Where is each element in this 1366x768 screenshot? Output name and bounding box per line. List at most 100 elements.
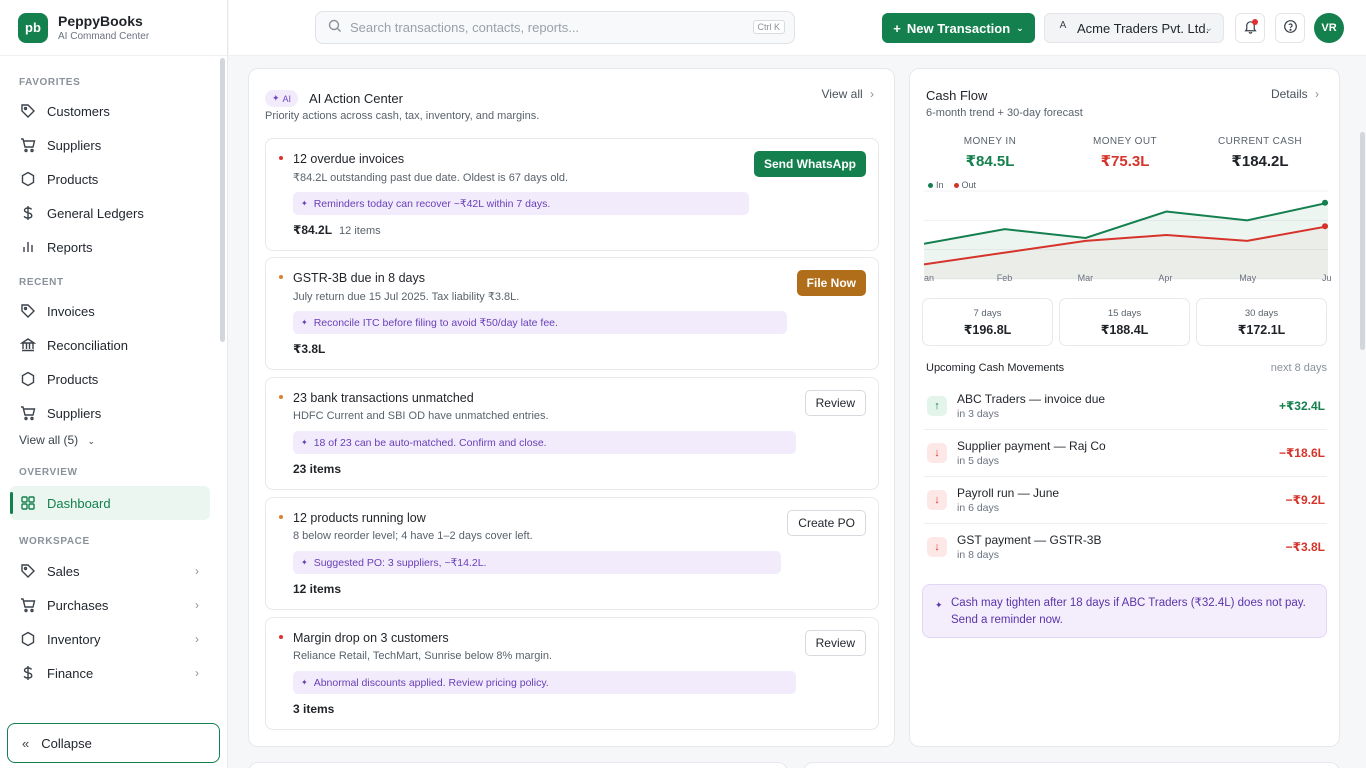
tag-icon [19, 302, 37, 320]
review-button[interactable]: Review [804, 630, 866, 656]
action-item-title: 23 bank transactions unmatched [293, 391, 474, 405]
alert-text: Cash may tighten after 18 days if ABC Tr… [951, 597, 1306, 626]
sparkle-icon: ✦ [301, 558, 308, 567]
movement-title: Payroll run — June [957, 486, 1060, 500]
sidebar-item-label: Purchases [47, 597, 109, 613]
sidebar-item-label: Reconciliation [47, 337, 128, 353]
sidebar-item-inventory[interactable]: Inventory › [0, 622, 227, 656]
sidebar-item-purchases[interactable]: Purchases › [0, 588, 227, 622]
movement-title: GST payment — GSTR-3B [957, 533, 1102, 547]
help-button[interactable] [1275, 13, 1305, 43]
movement-row[interactable]: ↓ Supplier payment — Raj Co in 5 days −₹… [924, 431, 1327, 477]
priority-dot [279, 395, 283, 399]
movement-row[interactable]: ↑ ABC Traders — invoice due in 3 days +₹… [924, 384, 1327, 430]
forecast-value: ₹196.8L [963, 323, 1012, 337]
search-input[interactable] [350, 20, 730, 35]
ai-suggestion: ✦ 18 of 23 can be auto-matched. Confirm a… [293, 431, 796, 454]
sidebar-item-finance[interactable]: Finance › [0, 656, 227, 690]
company-initial: A [1059, 20, 1067, 31]
hexagon-icon [19, 630, 37, 648]
forecast-value: ₹188.4L [1100, 323, 1149, 337]
forecast-label: 30 days [1244, 308, 1279, 319]
search-bar[interactable]: Ctrl K [315, 11, 795, 44]
sidebar-item-customers[interactable]: Customers [0, 94, 227, 128]
metric-label: MONEY OUT [1093, 136, 1157, 147]
forecast-7-days: 7 days ₹196.8L [922, 298, 1053, 346]
metric-value: ₹184.2L [1231, 153, 1289, 170]
send-whatsapp-button[interactable]: Send WhatsApp [754, 151, 866, 177]
sidebar-item-label: Suppliers [47, 405, 102, 421]
sidebar-item-reconciliation[interactable]: Reconciliation [0, 328, 227, 362]
x-tick-label: Mar [1077, 273, 1094, 283]
create-po-button[interactable]: Create PO [787, 510, 866, 536]
dollar-icon [19, 204, 37, 222]
sidebar-item-products-recent[interactable]: Products [0, 362, 227, 396]
priority-dot [279, 515, 283, 519]
cash-alert-banner: ✦ Cash may tighten after 18 days if ABC … [922, 584, 1327, 638]
ai-suggestion: ✦ Reconcile ITC before filing to avoid ₹5… [293, 311, 787, 334]
action-item-footer: ₹3.8L [293, 342, 326, 356]
sidebar-item-suppliers-recent[interactable]: Suppliers [0, 396, 227, 430]
view-all-recent-link[interactable]: View all (5) ⌄ [0, 430, 227, 450]
action-item-title: Margin drop on 3 customers [293, 631, 449, 645]
bottom-card-left [248, 762, 788, 768]
section-overview-title: OVERVIEW [19, 467, 78, 478]
x-tick-label: Apr [1158, 273, 1173, 283]
new-transaction-button[interactable]: + New Transaction ⌄ [882, 13, 1035, 43]
sidebar-item-sales[interactable]: Sales › [0, 554, 227, 588]
series-end-point-in[interactable] [1322, 199, 1328, 206]
priority-dot [279, 635, 283, 639]
movement-amount: −₹9.2L [1285, 493, 1325, 507]
company-selector[interactable]: A Acme Traders Pvt. Ltd. ⌄ [1044, 13, 1224, 43]
brand-subtitle: AI Command Center [58, 30, 150, 42]
metric-money-in: MONEY IN ₹84.5L [925, 136, 1055, 170]
main-scrollbar[interactable] [1360, 132, 1365, 350]
notifications-button[interactable] [1235, 13, 1265, 43]
tag-icon [19, 102, 37, 120]
movement-row[interactable]: ↓ Payroll run — June in 6 days −₹9.2L [924, 478, 1327, 524]
metric-label: CURRENT CASH [1217, 136, 1303, 147]
section-favorites-title: FAVORITES [19, 77, 81, 88]
sidebar-item-products[interactable]: Products [0, 162, 227, 196]
chevron-right-icon: › [195, 564, 199, 578]
top-header: Ctrl K + New Transaction ⌄ A Acme Trader… [229, 0, 1366, 56]
review-button[interactable]: Review [804, 390, 866, 416]
action-item-overdue-invoices: 12 overdue invoices ₹84.2L outstanding p… [265, 138, 879, 251]
chevron-right-icon: › [195, 632, 199, 646]
grid-icon [19, 494, 37, 512]
metric-value: ₹75.3L [1100, 153, 1150, 170]
action-item-footer: ₹84.2L 12 items [293, 223, 381, 237]
hexagon-icon [19, 170, 37, 188]
movement-when: in 8 days [957, 549, 1000, 561]
brand: pb PeppyBooks AI Command Center [0, 0, 227, 56]
forecast-30-days: 30 days ₹172.1L [1196, 298, 1327, 346]
view-all-actions-link[interactable]: View all › [822, 87, 874, 101]
user-avatar[interactable]: VR [1314, 13, 1344, 43]
sidebar-item-invoices[interactable]: Invoices [0, 294, 227, 328]
sidebar-item-general-ledgers[interactable]: General Ledgers [0, 196, 227, 230]
search-icon [328, 19, 342, 36]
sidebar-item-label: Dashboard [47, 495, 111, 511]
card-title: Cash Flow [926, 88, 988, 103]
movement-when: in 5 days [957, 455, 1000, 467]
metric-value: ₹84.5L [965, 153, 1015, 170]
action-item-description: July return due 15 Jul 2025. Tax liabili… [293, 291, 520, 303]
sparkle-icon: ✦ [301, 199, 308, 208]
forecast-label: 15 days [1107, 308, 1142, 319]
plus-icon: + [893, 20, 901, 36]
sidebar-scrollbar[interactable] [220, 58, 225, 342]
ai-action-center-card: ✦ AI AI Action Center Priority actions ac… [248, 68, 895, 747]
arrow-down-icon: ↓ [927, 443, 947, 463]
sidebar-item-suppliers[interactable]: Suppliers [0, 128, 227, 162]
details-link[interactable]: Details › [1271, 87, 1319, 101]
card-title: AI Action Center [309, 91, 403, 106]
sidebar-item-reports[interactable]: Reports [0, 230, 227, 264]
series-end-point-out[interactable] [1322, 223, 1328, 230]
sidebar-item-label: Products [47, 371, 99, 387]
movement-row[interactable]: ↓ GST payment — GSTR-3B in 8 days −₹3.8L [924, 525, 1327, 571]
chevron-down-icon: ⌄ [1016, 22, 1024, 33]
brand-logo[interactable]: pb [18, 12, 48, 43]
collapse-sidebar-button[interactable]: « Collapse [7, 723, 220, 763]
file-now-button[interactable]: File Now [796, 270, 866, 296]
sidebar-item-dashboard[interactable]: Dashboard [10, 486, 210, 520]
